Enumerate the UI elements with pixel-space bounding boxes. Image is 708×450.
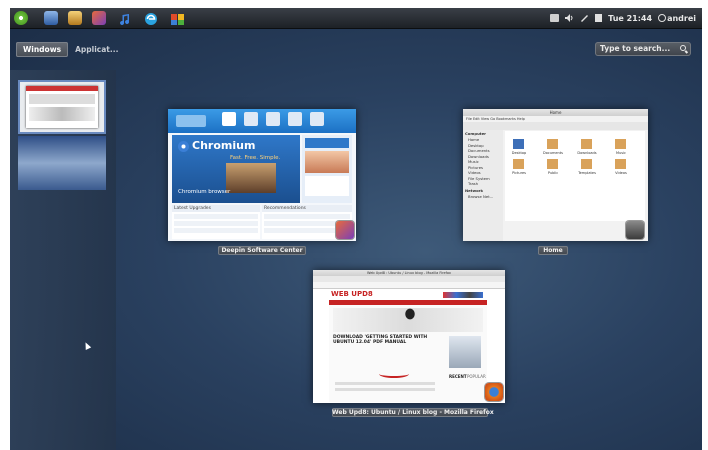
software-center-toolbar <box>168 109 356 133</box>
latest-upgrades-panel: Latest Upgrades <box>172 205 260 239</box>
article-headline[interactable]: DOWNLOAD 'GETTING STARTED WITH UBUNTU 12… <box>333 335 445 345</box>
browser-icon[interactable] <box>144 11 158 25</box>
software-center-app-icon <box>336 221 354 239</box>
window-caption-firefox[interactable]: Web Upd8: Ubuntu / Linux blog - Mozilla … <box>332 408 494 417</box>
folder-label: Desktop <box>511 151 527 155</box>
sidebar-heading-network: Network <box>465 187 484 193</box>
folder-icon[interactable] <box>615 139 626 149</box>
folder-icon[interactable] <box>547 159 558 169</box>
banner-subtitle: Fast. Free. Simple. <box>230 155 281 161</box>
file-manager-sidebar: Computer Home Desktop Documents Download… <box>463 130 503 241</box>
folder-label: Pictures <box>512 171 526 175</box>
volume-icon[interactable] <box>565 14 574 22</box>
workspace-thumbnail-1[interactable] <box>18 80 106 134</box>
desktop-icon[interactable] <box>44 11 58 25</box>
document-icon[interactable] <box>595 14 603 22</box>
folder-label: Videos <box>615 171 627 175</box>
window-firefox[interactable]: Web Upd8 : Ubuntu / Linux blog - Mozilla… <box>313 270 505 403</box>
latest-upgrades-heading: Latest Upgrades <box>172 205 260 212</box>
folder-label: Documents <box>543 151 563 155</box>
site-logo: WEB UPD8 <box>331 290 373 298</box>
workspace-thumbnail-2[interactable] <box>18 136 106 190</box>
chromium-icon[interactable] <box>170 11 184 25</box>
folder-label: Templates <box>578 171 596 175</box>
ubuntu-swirl-icon[interactable] <box>14 11 28 25</box>
workspace-window-preview <box>26 86 98 128</box>
view-selector: Windows Applicat... <box>16 42 125 57</box>
tab-applications[interactable]: Applicat... <box>68 42 125 57</box>
folder-label: Music <box>616 151 626 155</box>
banner-brand: Chromium <box>192 139 256 152</box>
sidebar-heading-computer: Computer <box>465 131 487 136</box>
folder-icon[interactable] <box>513 139 524 149</box>
file-manager-icon-grid: Desktop Documents Downloads Music Pictur… <box>505 131 645 221</box>
pen-icon[interactable] <box>580 14 589 22</box>
sidebar-item-network[interactable]: Browse Net... <box>463 194 503 200</box>
popular-heading: POPULAR <box>467 374 486 379</box>
window-caption-software-center[interactable]: Deepin Software Center <box>218 246 306 255</box>
user-name[interactable]: andrei <box>667 14 696 23</box>
desktop-screen: Tue 21:44 andrei Windows Applicat... Typ… <box>10 8 702 450</box>
folder-icon[interactable] <box>615 159 626 169</box>
file-manager-app-icon <box>626 221 644 239</box>
folder-icon[interactable] <box>547 139 558 149</box>
banner-caption: Chromium browser <box>178 189 231 195</box>
folder-icon[interactable] <box>581 159 592 169</box>
keyboard-icon[interactable] <box>550 14 560 22</box>
folder-label: Public <box>547 171 559 175</box>
folder-icon[interactable] <box>513 159 524 169</box>
webupd8-page: WEB UPD8 DOWNLOAD 'GETTING STARTED WITH … <box>329 290 487 402</box>
search-input[interactable]: Type to search... <box>595 42 691 56</box>
firefox-app-icon <box>485 383 503 401</box>
search-placeholder: Type to search... <box>600 44 671 53</box>
system-tray: Tue 21:44 andrei <box>550 8 696 28</box>
user-icon <box>658 14 667 22</box>
settings-icon[interactable] <box>68 11 82 25</box>
window-software-center[interactable]: Chromium Fast. Free. Simple. Chromium br… <box>168 109 356 241</box>
file-manager-titlebar: Home <box>463 109 648 116</box>
chromium-banner: Chromium Fast. Free. Simple. Chromium br… <box>172 135 300 203</box>
top-panel: Tue 21:44 andrei <box>10 8 702 29</box>
folder-label: Downloads <box>577 151 597 155</box>
music-icon[interactable] <box>120 11 134 25</box>
clock[interactable]: Tue 21:44 <box>608 14 652 23</box>
window-caption-home[interactable]: Home <box>538 246 568 255</box>
recommendations-heading: Recommendations <box>262 205 352 212</box>
tab-windows[interactable]: Windows <box>16 42 69 57</box>
window-file-manager[interactable]: Home File Edit View Go Bookmarks Help Co… <box>463 109 648 241</box>
software-center-icon[interactable] <box>92 11 106 25</box>
folder-icon[interactable] <box>581 139 592 149</box>
side-preview <box>302 135 352 203</box>
recent-heading: RECENT <box>449 374 467 379</box>
search-icon <box>680 45 686 51</box>
